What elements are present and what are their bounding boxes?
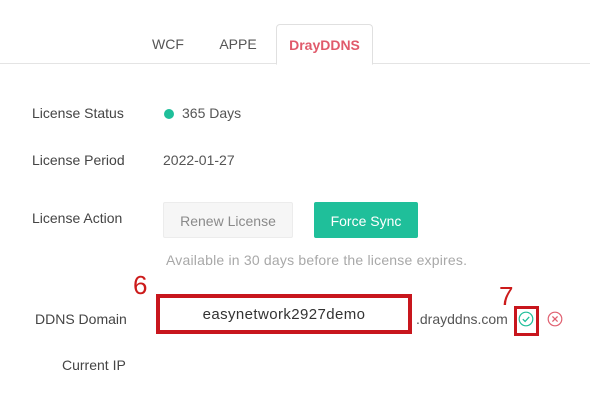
renew-license-button[interactable]: Renew License (163, 202, 293, 238)
current-ip-label: Current IP (62, 357, 126, 373)
tab-wcf[interactable]: WCF (138, 24, 198, 64)
ddns-domain-label: DDNS Domain (35, 311, 127, 327)
tab-drayddns[interactable]: DrayDDNS (276, 24, 373, 65)
ddns-domain-highlight (156, 294, 412, 334)
tab-bar: WCF APPE DrayDDNS (0, 0, 590, 65)
license-period-label: License Period (32, 152, 125, 168)
license-hint-text: Available in 30 days before the license … (166, 252, 468, 268)
license-period-value: 2022-01-27 (163, 152, 235, 168)
ddns-domain-suffix: .drayddns.com (416, 311, 508, 327)
check-circle-icon[interactable] (518, 311, 534, 327)
force-sync-button[interactable]: Force Sync (314, 202, 418, 238)
license-action-label: License Action (32, 210, 123, 226)
license-status-value: 365 Days (182, 105, 242, 121)
annotation-step-6: 6 (133, 270, 148, 300)
tab-appe[interactable]: APPE (206, 24, 270, 64)
close-circle-icon[interactable] (547, 311, 563, 327)
status-dot-icon (164, 109, 174, 119)
license-status-label: License Status (32, 105, 124, 121)
ddns-domain-input[interactable] (164, 302, 404, 326)
annotation-step-7: 7 (499, 281, 514, 311)
